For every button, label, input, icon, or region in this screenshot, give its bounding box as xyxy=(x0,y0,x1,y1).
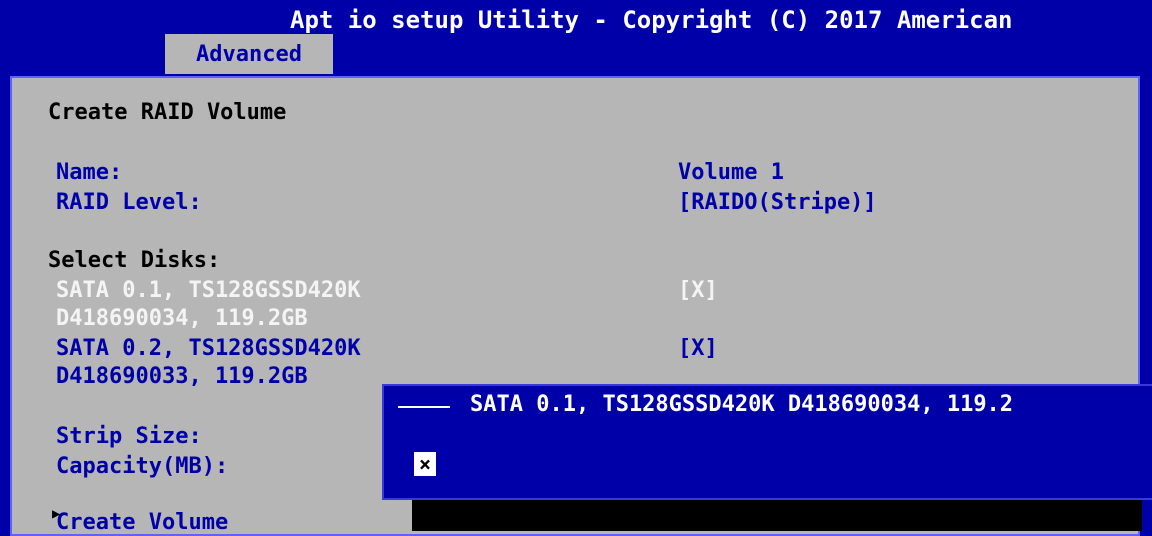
raid-level-value[interactable]: [RAIDO(Stripe)] xyxy=(678,190,877,215)
popup-title: SATA 0.1, TS128GSSD420K D418690034, 119.… xyxy=(470,392,1014,417)
create-volume-label: Create Volume xyxy=(56,510,229,535)
disk-2-line2: D418690033, 119.2GB xyxy=(56,364,308,389)
check-x-icon: × xyxy=(418,452,432,476)
name-value[interactable]: Volume 1 xyxy=(678,160,784,185)
popup-border-line xyxy=(398,406,450,408)
strip-size-label: Strip Size: xyxy=(56,424,202,449)
tab-advanced[interactable]: Advanced xyxy=(165,34,333,74)
title-bar: Apt io setup Utility - Copyright (C) 201… xyxy=(290,6,1013,34)
disk-1-checkbox[interactable]: [X] xyxy=(678,278,718,303)
name-label: Name: xyxy=(56,160,123,185)
disk-2-line1[interactable]: SATA 0.2, TS128GSSD420K xyxy=(56,336,361,361)
select-disks-label: Select Disks: xyxy=(48,248,221,273)
create-volume-item[interactable]: ▶ Create Volume xyxy=(52,506,229,535)
disk-2-checkbox[interactable]: [X] xyxy=(678,336,718,361)
capacity-label: Capacity(MB): xyxy=(56,454,229,479)
disk-popup: SATA 0.1, TS128GSSD420K D418690034, 119.… xyxy=(382,384,1152,500)
page-title: Create RAID Volume xyxy=(48,100,287,125)
popup-checkbox[interactable]: × xyxy=(414,452,436,476)
status-bar xyxy=(412,500,1142,531)
disk-1-line1[interactable]: SATA 0.1, TS128GSSD420K xyxy=(56,278,361,303)
raid-level-label: RAID Level: xyxy=(56,190,202,215)
arrow-right-icon: ▶ xyxy=(52,506,61,522)
disk-1-line2: D418690034, 119.2GB xyxy=(56,306,308,331)
